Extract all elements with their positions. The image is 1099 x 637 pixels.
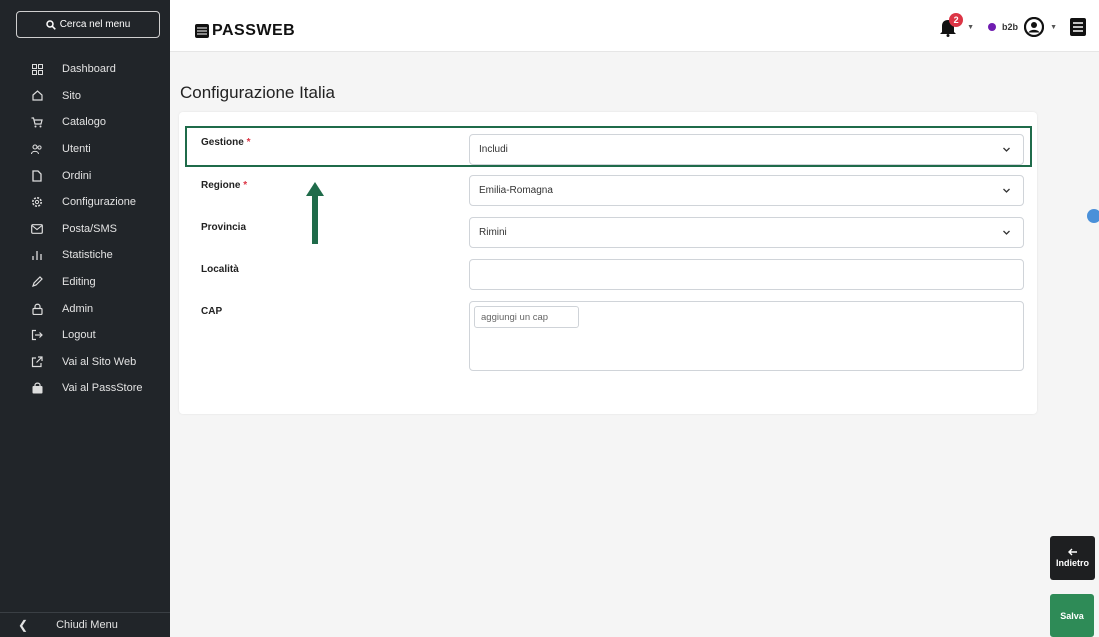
sidebar-item-label: Sito (62, 89, 81, 102)
back-label: Indietro (1056, 558, 1089, 568)
close-menu-button[interactable]: ❮ Chiudi Menu (0, 612, 170, 637)
logout-icon (30, 328, 44, 342)
top-bar: PASSWEB 2 ▼ b2b ▼ (170, 0, 1099, 52)
sidebar-nav: Dashboard Sito Catalogo Utenti Ordini Co… (0, 56, 170, 402)
highlight-box (185, 126, 1032, 167)
save-label: Salva (1060, 610, 1084, 621)
sidebar-item-admin[interactable]: Admin (0, 295, 170, 322)
menu-search-label: Cerca nel menu (59, 19, 131, 30)
sidebar-item-label: Admin (62, 302, 94, 315)
provincia-select[interactable]: Rimini (469, 217, 1024, 248)
sidebar-item-sito[interactable]: Sito (0, 83, 170, 110)
sidebar-item-label: Vai al Sito Web (62, 355, 137, 368)
notification-badge: 2 (949, 13, 964, 27)
provincia-value: Rimini (479, 227, 507, 238)
up-arrow-annotation-icon (306, 182, 324, 244)
notifications-caret-icon[interactable]: ▼ (967, 24, 974, 31)
bar-chart-icon (30, 248, 44, 262)
file-icon (30, 169, 44, 183)
sidebar-item-logout[interactable]: Logout (0, 322, 170, 349)
dashboard-icon (30, 62, 44, 76)
sidebar-item-configurazione[interactable]: Configurazione (0, 189, 170, 216)
gear-icon (30, 195, 44, 209)
notifications-button[interactable]: 2 (939, 13, 964, 37)
lock-icon (30, 302, 44, 316)
cap-input[interactable]: aggiungi un cap (474, 306, 579, 328)
chevron-left-icon: ❮ (18, 618, 29, 632)
sidebar-item-label: Logout (62, 329, 96, 342)
user-avatar-icon[interactable] (1024, 17, 1045, 37)
sidebar-item-vai-al-passstore[interactable]: Vai al PassStore (0, 375, 170, 402)
sidebar-item-label: Catalogo (62, 116, 107, 129)
localita-input[interactable] (469, 259, 1024, 290)
pencil-icon (30, 275, 44, 289)
cart-icon (30, 115, 44, 129)
sidebar-item-dashboard[interactable]: Dashboard (0, 56, 170, 83)
chevron-down-icon (1003, 230, 1010, 235)
back-button[interactable]: Indietro (1050, 536, 1095, 580)
sidebar-item-label: Statistiche (62, 249, 113, 262)
regione-label: Regione * (201, 180, 248, 191)
sidebar-item-statistiche[interactable]: Statistiche (0, 242, 170, 269)
sidebar-item-label: Utenti (62, 143, 91, 156)
close-menu-label: Chiudi Menu (56, 619, 118, 631)
book-icon[interactable] (1069, 17, 1087, 37)
save-button[interactable]: Salva (1050, 594, 1094, 637)
bag-icon (30, 381, 44, 395)
sidebar-item-editing[interactable]: Editing (0, 269, 170, 296)
sidebar-item-ordini[interactable]: Ordini (0, 162, 170, 189)
page-title: Configurazione Italia (180, 83, 335, 102)
sidebar-item-label: Posta/SMS (62, 222, 118, 235)
logo-text: PASSWEB (212, 22, 296, 39)
sidebar-item-label: Ordini (62, 169, 92, 182)
help-widget-icon[interactable] (1087, 209, 1099, 223)
sidebar-item-vai-al-sito-web[interactable]: Vai al Sito Web (0, 349, 170, 376)
search-icon (45, 19, 56, 30)
external-link-icon (30, 355, 44, 369)
user-role-label: b2b (1002, 22, 1019, 32)
sidebar-item-label: Configurazione (62, 196, 136, 209)
localita-label: Località (201, 264, 239, 275)
status-dot-icon (988, 23, 997, 31)
arrow-left-icon (1067, 548, 1077, 556)
sidebar-item-label: Dashboard (62, 63, 116, 76)
sidebar-item-posta-sms[interactable]: Posta/SMS (0, 216, 170, 243)
sidebar-item-catalogo[interactable]: Catalogo (0, 109, 170, 136)
sidebar-item-label: Editing (62, 276, 96, 289)
provincia-label: Provincia (201, 222, 247, 233)
regione-select[interactable]: Emilia-Romagna (469, 175, 1024, 206)
chevron-down-icon (1003, 188, 1010, 193)
sidebar-item-utenti[interactable]: Utenti (0, 136, 170, 163)
regione-value: Emilia-Romagna (479, 185, 553, 196)
cap-placeholder: aggiungi un cap (481, 311, 549, 323)
user-caret-icon[interactable]: ▼ (1050, 24, 1057, 31)
cap-label: CAP (201, 306, 223, 317)
menu-search-button[interactable]: Cerca nel menu (16, 11, 160, 38)
mail-icon (30, 222, 44, 236)
users-icon (30, 142, 44, 156)
sidebar: Cerca nel menu Dashboard Sito Catalogo U… (0, 0, 170, 637)
sidebar-item-label: Vai al PassStore (62, 382, 143, 395)
logo-mark-icon (195, 24, 209, 38)
home-icon (30, 89, 44, 103)
top-right-controls: 2 ▼ b2b ▼ (939, 13, 1087, 37)
logo: PASSWEB (195, 22, 295, 40)
